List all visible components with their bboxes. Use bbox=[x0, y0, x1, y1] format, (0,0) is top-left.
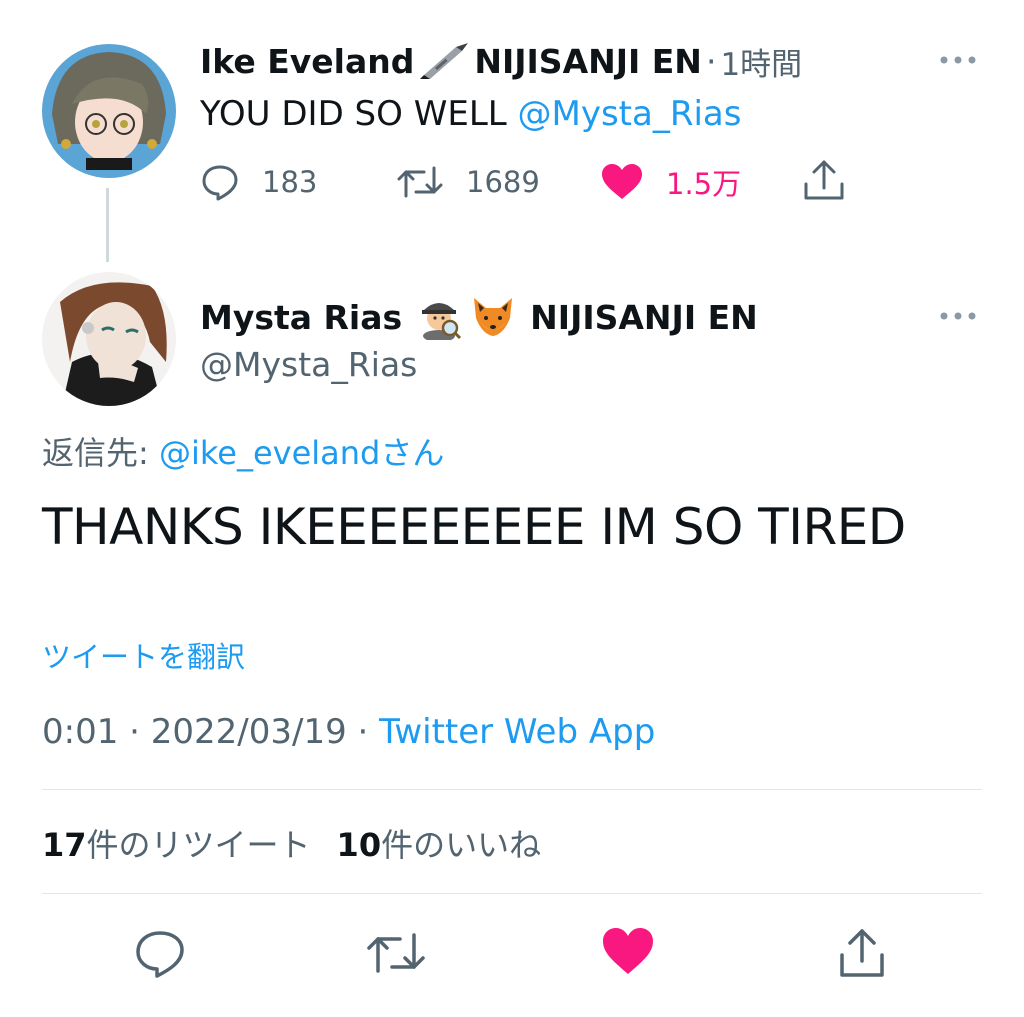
divider bbox=[42, 789, 982, 790]
divider bbox=[42, 893, 982, 894]
parent-more-icon[interactable] bbox=[936, 44, 980, 76]
like-button[interactable] bbox=[600, 925, 656, 981]
main-more-icon[interactable] bbox=[936, 300, 980, 332]
parent-retweet-button[interactable]: 1689 bbox=[396, 162, 540, 202]
retweets-stat[interactable]: 17件のリツイート bbox=[42, 820, 311, 866]
heart-icon bbox=[600, 162, 644, 202]
reply-to-line: 返信先: @ike_evelandさん bbox=[42, 428, 444, 474]
main-author-handle[interactable]: @Mysta_Rias bbox=[200, 345, 417, 384]
main-author-org[interactable]: NIJISANJI EN bbox=[530, 298, 758, 337]
parent-reply-button[interactable]: 183 bbox=[200, 162, 317, 202]
thread-connector-line bbox=[106, 188, 109, 262]
tweet-stats: 17件のリツイート 10件のいいね bbox=[42, 820, 567, 866]
reply-button[interactable] bbox=[132, 925, 188, 981]
brush-icon bbox=[416, 41, 472, 81]
heart-icon bbox=[600, 928, 656, 981]
retweets-stat-label: 件のリツイート bbox=[86, 826, 311, 864]
main-tweet-header: Mysta Rias NIJISANJI EN bbox=[200, 294, 758, 342]
retweet-icon bbox=[364, 933, 428, 985]
parent-timestamp[interactable]: 1時間 bbox=[720, 39, 802, 84]
reply-count: 183 bbox=[262, 165, 318, 199]
translate-tweet-link[interactable]: ツイートを翻訳 bbox=[42, 634, 245, 676]
parent-author-name[interactable]: Ike Eveland bbox=[200, 42, 414, 81]
avatar-ike-eveland[interactable] bbox=[42, 44, 176, 178]
reply-icon bbox=[132, 931, 188, 985]
parent-share-button[interactable] bbox=[800, 160, 848, 200]
parent-text-body: YOU DID SO WELL bbox=[200, 94, 518, 134]
tweet-source-link[interactable]: Twitter Web App bbox=[379, 712, 655, 752]
like-count: 1.5万 bbox=[666, 167, 742, 201]
parent-mention-link[interactable]: @Mysta_Rias bbox=[518, 94, 742, 134]
retweet-icon bbox=[396, 162, 444, 202]
detective-emoji-icon bbox=[416, 294, 462, 342]
tweet-meta-line: 0:01 · 2022/03/19 · Twitter Web App bbox=[42, 712, 655, 752]
fox-emoji-icon bbox=[470, 294, 516, 340]
reply-icon bbox=[200, 162, 240, 202]
likes-stat[interactable]: 10件のいいね bbox=[337, 820, 542, 866]
parent-author-org[interactable]: NIJISANJI EN bbox=[474, 42, 702, 81]
share-icon bbox=[800, 158, 848, 202]
parent-tweet-header: Ike Eveland NIJISANJI EN · 1時間 bbox=[200, 39, 802, 84]
share-button[interactable] bbox=[834, 925, 890, 981]
tweet-timestamp[interactable]: 0:01 · 2022/03/19 · bbox=[42, 712, 379, 752]
reply-to-handle-link[interactable]: @ike_evelandさん bbox=[159, 434, 444, 472]
main-author-name[interactable]: Mysta Rias bbox=[200, 298, 402, 337]
parent-tweet-text: YOU DID SO WELL @Mysta_Rias bbox=[200, 94, 741, 134]
retweets-stat-number: 17 bbox=[42, 826, 87, 864]
retweet-button[interactable] bbox=[364, 925, 425, 981]
retweet-count: 1689 bbox=[466, 165, 540, 199]
main-tweet-text: THANKS IKEEEEEEEEE IM SO TIRED bbox=[42, 498, 906, 556]
avatar-mysta-rias[interactable] bbox=[42, 272, 176, 406]
reply-to-label: 返信先: bbox=[42, 434, 159, 472]
likes-stat-label: 件のいいね bbox=[381, 826, 542, 864]
parent-separator: · bbox=[705, 41, 717, 81]
share-icon bbox=[834, 929, 890, 985]
parent-like-button[interactable]: 1.5万 bbox=[600, 162, 741, 202]
likes-stat-number: 10 bbox=[336, 826, 382, 864]
